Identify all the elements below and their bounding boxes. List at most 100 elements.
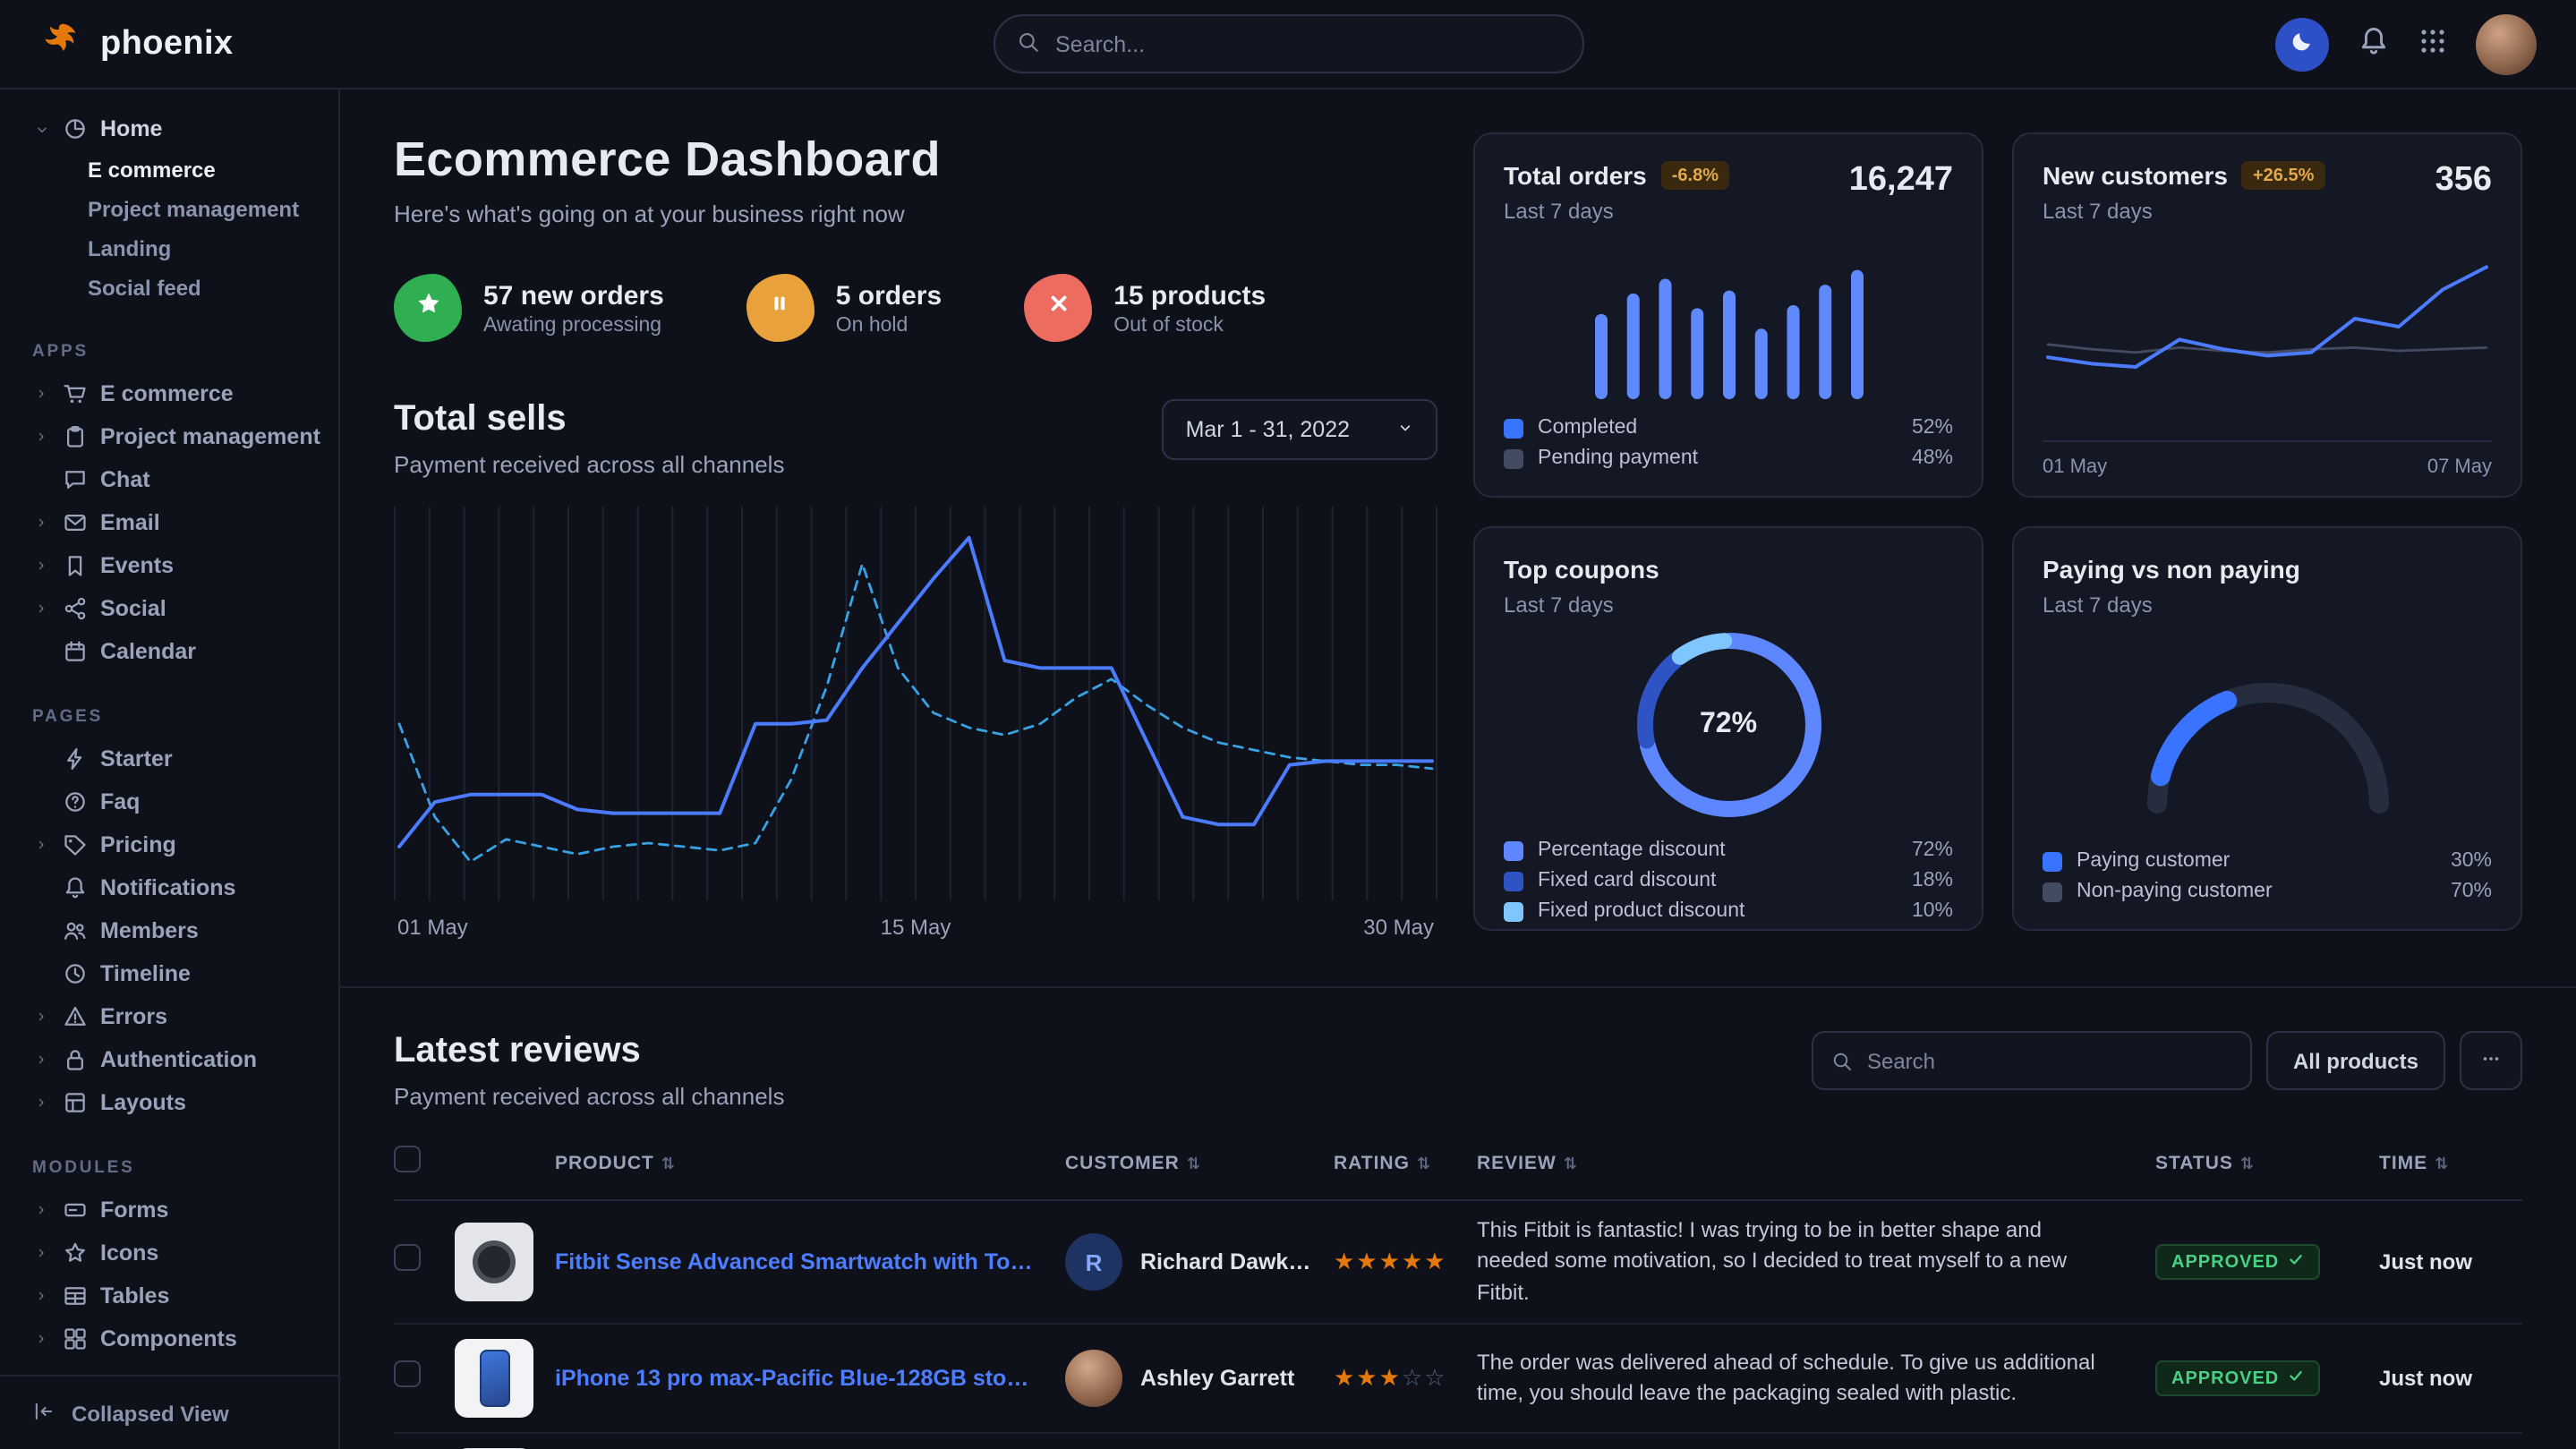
row-checkbox[interactable] — [394, 1244, 421, 1271]
sidebar-item-calendar[interactable]: Calendar — [0, 630, 338, 673]
table-icon — [63, 1283, 88, 1308]
select-all-checkbox[interactable] — [394, 1146, 421, 1172]
total-sells-title: Total sells — [394, 399, 784, 440]
sidebar-item-chat[interactable]: Chat — [0, 458, 338, 501]
rating-stars: ★★★☆☆ — [1334, 1364, 1477, 1393]
product-link[interactable]: iPhone 13 pro max-Pacific Blue-128GB sto… — [555, 1366, 1065, 1391]
caret-right-icon — [32, 838, 50, 852]
main-content: Ecommerce Dashboard Here's what's going … — [340, 89, 2576, 1449]
legend-value: 48% — [1912, 447, 1953, 469]
sidebar-item-components[interactable]: Components — [0, 1317, 338, 1360]
top-coupons-card: Top coupons Last 7 days 72% Percentage d… — [1473, 526, 1983, 931]
sidebar-item-home[interactable]: Home — [0, 107, 338, 150]
reviews-search-input[interactable] — [1812, 1031, 2252, 1090]
caret-right-icon — [32, 1203, 50, 1217]
sidebar: Home E commerceProject managementLanding… — [0, 89, 340, 1449]
caret-right-icon — [32, 1332, 50, 1346]
sidebar-item-starter[interactable]: Starter — [0, 737, 338, 780]
sidebar-item-label: Forms — [100, 1198, 168, 1223]
reviews-subtitle: Payment received across all channels — [394, 1083, 784, 1110]
sidebar-item-landing[interactable]: Landing — [0, 229, 338, 268]
lock-icon — [63, 1047, 88, 1072]
card-title: Top coupons — [1504, 555, 1659, 584]
collapse-view-button[interactable]: Collapsed View — [0, 1375, 338, 1449]
table-row — [394, 1434, 2522, 1449]
product-link[interactable]: Fitbit Sense Advanced Smartwatch with To… — [555, 1249, 1065, 1274]
legend-item: Pending payment48% — [1504, 447, 1953, 469]
sidebar-item-notifications[interactable]: Notifications — [0, 866, 338, 909]
sidebar-item-members[interactable]: Members — [0, 909, 338, 952]
column-header-review[interactable]: REVIEW — [1477, 1153, 2155, 1174]
sidebar-item-label: Notifications — [100, 875, 235, 900]
total-orders-legend: Completed52%Pending payment48% — [1504, 417, 1953, 469]
reviews-table-header: PRODUCT CUSTOMER RATING REVIEW STATUS TI… — [394, 1146, 2522, 1201]
theme-toggle-button[interactable] — [2275, 17, 2329, 71]
sidebar-item-email[interactable]: Email — [0, 501, 338, 544]
more-options-button[interactable] — [2460, 1031, 2522, 1090]
total-sells-subtitle: Payment received across all channels — [394, 451, 784, 478]
paying-gauge-chart — [2043, 618, 2492, 850]
legend-swatch — [1504, 448, 1523, 468]
apps-grid-button[interactable] — [2418, 27, 2447, 61]
column-header-rating[interactable]: RATING — [1334, 1153, 1477, 1174]
date-range-value: Mar 1 - 31, 2022 — [1186, 417, 1350, 442]
legend-swatch — [1504, 871, 1523, 891]
customer-name: Ashley Garrett — [1140, 1366, 1294, 1391]
icons-icon — [63, 1240, 88, 1266]
date-range-select[interactable]: Mar 1 - 31, 2022 — [1163, 399, 1437, 460]
sidebar-item-e-commerce[interactable]: E commerce — [0, 150, 338, 190]
sidebar-item-label: Tables — [100, 1283, 169, 1308]
rating-stars: ★★★★★ — [1334, 1248, 1477, 1276]
sidebar-item-errors[interactable]: Errors — [0, 995, 338, 1038]
stat-caption: Out of stock — [1113, 314, 1266, 336]
column-header-product[interactable]: PRODUCT — [555, 1153, 1065, 1174]
legend-item: Fixed card discount18% — [1504, 870, 1953, 891]
sidebar-item-forms[interactable]: Forms — [0, 1189, 338, 1232]
sidebar-item-faq[interactable]: Faq — [0, 780, 338, 823]
sidebar-item-label: Components — [100, 1326, 237, 1351]
sidebar-item-label: Members — [100, 918, 199, 943]
status-badge: APPROVED — [2155, 1245, 2320, 1281]
top-coupons-chart-wrap: 72% — [1504, 621, 1953, 829]
sidebar-item-events[interactable]: Events — [0, 544, 338, 587]
zap-icon — [63, 746, 88, 771]
sidebar-item-label: E commerce — [100, 381, 234, 406]
sidebar-item-timeline[interactable]: Timeline — [0, 952, 338, 995]
sidebar-nav: Home E commerceProject managementLanding… — [0, 89, 338, 1375]
sidebar-item-label: Home — [100, 116, 162, 141]
card-title: Total orders — [1504, 161, 1647, 190]
sidebar-item-project-management[interactable]: Project management — [0, 190, 338, 229]
cart-icon — [63, 381, 88, 406]
review-text: This Fitbit is fantastic! I was trying t… — [1477, 1215, 2155, 1308]
sidebar-item-pricing[interactable]: Pricing — [0, 823, 338, 866]
sidebar-item-label: Authentication — [100, 1047, 257, 1072]
all-products-button[interactable]: All products — [2266, 1031, 2445, 1090]
stats-row: 57 new ordersAwating processing5 ordersO… — [394, 274, 1437, 342]
reviews-title: Latest reviews — [394, 1031, 784, 1072]
sidebar-section-label: MODULES — [0, 1147, 338, 1189]
sidebar-item-layouts[interactable]: Layouts — [0, 1081, 338, 1124]
legend-value: 72% — [1912, 840, 1953, 861]
sidebar-item-social-feed[interactable]: Social feed — [0, 268, 338, 308]
check-icon — [2288, 1368, 2304, 1390]
user-avatar[interactable] — [2476, 13, 2537, 74]
notifications-button[interactable] — [2358, 25, 2390, 63]
sidebar-item-label: Events — [100, 553, 174, 578]
caret-right-icon — [32, 558, 50, 573]
sidebar-item-project-management[interactable]: Project management — [0, 415, 338, 458]
column-header-status[interactable]: STATUS — [2155, 1153, 2379, 1174]
column-header-customer[interactable]: CUSTOMER — [1065, 1153, 1334, 1174]
column-header-time[interactable]: TIME — [2379, 1153, 2522, 1174]
card-subtitle: Last 7 days — [1504, 592, 1659, 618]
brand[interactable]: phoenix — [39, 17, 234, 71]
status-label: APPROVED — [2171, 1253, 2279, 1273]
sidebar-item-e-commerce[interactable]: E commerce — [0, 372, 338, 415]
sidebar-item-authentication[interactable]: Authentication — [0, 1038, 338, 1081]
sidebar-item-social[interactable]: Social — [0, 587, 338, 630]
sidebar-item-tables[interactable]: Tables — [0, 1274, 338, 1317]
legend-value: 18% — [1912, 870, 1953, 891]
row-checkbox[interactable] — [394, 1360, 421, 1387]
sidebar-item-icons[interactable]: Icons — [0, 1232, 338, 1274]
navbar-search-input[interactable] — [993, 14, 1583, 73]
sidebar-item-label: Pricing — [100, 832, 176, 857]
